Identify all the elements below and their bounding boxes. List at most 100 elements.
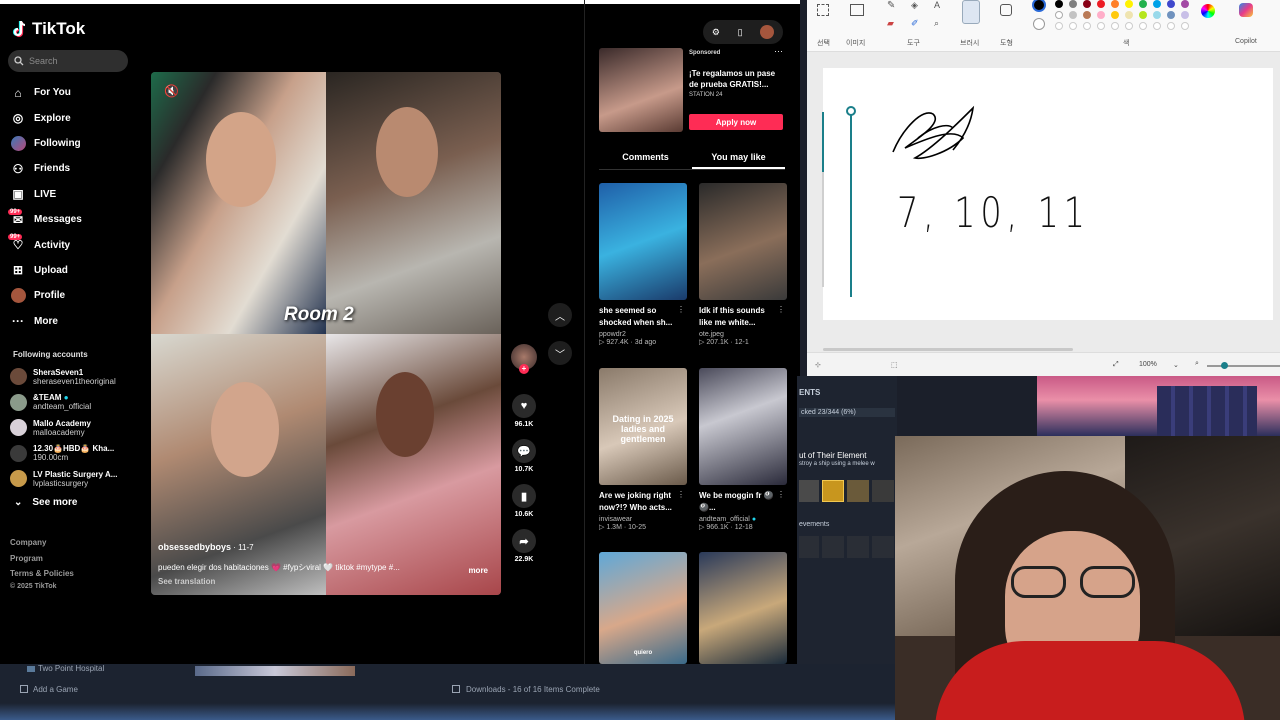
- palette-swatch[interactable]: [1153, 11, 1161, 19]
- palette-swatch[interactable]: [1153, 22, 1161, 30]
- palette-swatch[interactable]: [1181, 22, 1189, 30]
- footer-link-terms[interactable]: Terms & Policies: [10, 566, 74, 582]
- achievement-icon[interactable]: [847, 536, 869, 558]
- card-options-icon[interactable]: ⋮: [677, 490, 685, 499]
- share-button[interactable]: ➦: [512, 529, 536, 553]
- achievement-icon[interactable]: [799, 536, 819, 558]
- video-username[interactable]: obsessedbyboys: [158, 542, 231, 552]
- following-account[interactable]: SheraSeven1 sheraseven1theoriginal: [10, 364, 135, 390]
- palette-swatch[interactable]: [1181, 0, 1189, 8]
- phone-icon[interactable]: ▯: [738, 27, 743, 38]
- comment-button[interactable]: 💬: [512, 439, 536, 463]
- downloads-status[interactable]: Downloads - 16 of 16 Items Complete: [466, 685, 600, 694]
- opacity-slider[interactable]: [845, 102, 857, 302]
- palette-swatch[interactable]: [1055, 0, 1063, 8]
- user-avatar[interactable]: [760, 25, 775, 39]
- creator-avatar[interactable]: +: [511, 344, 537, 374]
- achievement-icon[interactable]: [822, 480, 844, 502]
- palette-swatch[interactable]: [1055, 11, 1063, 19]
- search-input[interactable]: Search: [8, 50, 128, 72]
- palette-swatch[interactable]: [1153, 0, 1161, 8]
- video-card[interactable]: Dating in 2025 ladies and gentlemen Are …: [599, 368, 687, 531]
- primary-color[interactable]: [1032, 0, 1046, 12]
- fit-to-window-icon[interactable]: ⤢: [1113, 361, 1119, 369]
- text-icon[interactable]: A: [934, 0, 940, 10]
- horizontal-scrollbar[interactable]: [823, 348, 1073, 351]
- footer-link-program[interactable]: Program: [10, 551, 74, 567]
- sidebar-item-for-you[interactable]: ⌂ For You: [10, 80, 140, 105]
- image-tool-icon[interactable]: [850, 4, 864, 16]
- palette-swatch[interactable]: [1181, 11, 1189, 19]
- palette-swatch[interactable]: [1111, 22, 1119, 30]
- sidebar-item-upload[interactable]: ⊞ Upload: [10, 258, 140, 283]
- sponsored-ad[interactable]: Sponsored ··· ¡Te regalamos un pase de p…: [599, 46, 783, 132]
- brush-icon[interactable]: [962, 0, 980, 24]
- palette-swatch[interactable]: [1167, 0, 1175, 8]
- achievement-icon[interactable]: [872, 536, 894, 558]
- apply-now-button[interactable]: Apply now: [689, 114, 783, 130]
- secondary-color[interactable]: [1033, 18, 1045, 30]
- palette-swatch[interactable]: [1139, 11, 1147, 19]
- add-game-button[interactable]: Add a Game: [33, 685, 78, 694]
- video-card[interactable]: We be moggin fr 🎱🎱... andteam_official ●…: [699, 368, 787, 531]
- shapes-icon[interactable]: [1000, 4, 1012, 16]
- game-title[interactable]: Two Point Hospital: [38, 664, 104, 673]
- palette-swatch[interactable]: [1069, 22, 1077, 30]
- sidebar-item-following[interactable]: Following: [10, 131, 140, 156]
- sidebar-item-explore[interactable]: ◎ Explore: [10, 105, 140, 130]
- save-button[interactable]: ▮: [512, 484, 536, 508]
- brush-size-slider[interactable]: [817, 102, 829, 292]
- pencil-icon[interactable]: ✎: [887, 0, 895, 11]
- palette-swatch[interactable]: [1083, 0, 1091, 8]
- mute-icon[interactable]: 🔇: [164, 84, 179, 98]
- following-account[interactable]: &TEAM ● andteam_official: [10, 390, 135, 416]
- video-card[interactable]: she seemed so shocked when sh... ppowdr2…: [599, 183, 687, 346]
- zoom-slider[interactable]: [1207, 362, 1280, 369]
- follow-plus-icon[interactable]: +: [519, 364, 529, 374]
- palette-swatch[interactable]: [1069, 11, 1077, 19]
- video-card[interactable]: [699, 552, 787, 664]
- palette-swatch[interactable]: [1055, 22, 1063, 30]
- tab-comments[interactable]: Comments: [599, 148, 692, 169]
- card-options-icon[interactable]: ⋮: [777, 305, 785, 314]
- palette-swatch[interactable]: [1139, 22, 1147, 30]
- card-options-icon[interactable]: ⋮: [777, 490, 785, 499]
- palette-swatch[interactable]: [1139, 0, 1147, 8]
- see-more-button[interactable]: ⌄ See more: [14, 497, 77, 508]
- sidebar-item-profile[interactable]: Profile: [10, 283, 140, 308]
- color-picker-icon[interactable]: ✐: [911, 18, 919, 29]
- tab-you-may-like[interactable]: You may like: [692, 148, 785, 169]
- palette-swatch[interactable]: [1125, 22, 1133, 30]
- palette-swatch[interactable]: [1125, 0, 1133, 8]
- sidebar-item-messages[interactable]: ✉ 99+ Messages: [8, 207, 140, 232]
- palette-swatch[interactable]: [1111, 11, 1119, 19]
- prev-video-button[interactable]: ︿: [548, 303, 572, 327]
- achievement-icon[interactable]: [822, 536, 844, 558]
- palette-swatch[interactable]: [1083, 11, 1091, 19]
- following-account[interactable]: LV Plastic Surgery A... lvplasticsurgery: [10, 466, 135, 492]
- sidebar-item-more[interactable]: ··· More: [10, 309, 140, 334]
- zoom-level[interactable]: 100%: [1139, 361, 1157, 368]
- edit-colors-icon[interactable]: [1201, 4, 1215, 18]
- footer-link-company[interactable]: Company: [10, 535, 74, 551]
- following-account[interactable]: 12.30🎂HBD🎂 Kha... 190.00cm: [10, 441, 135, 467]
- caption-more-button[interactable]: more: [468, 566, 488, 575]
- settings-icon[interactable]: ⚙: [712, 27, 720, 38]
- magnifier-icon[interactable]: ⌕: [934, 18, 939, 29]
- card-options-icon[interactable]: ⋮: [677, 305, 685, 314]
- palette-swatch[interactable]: [1083, 22, 1091, 30]
- sidebar-item-activity[interactable]: ♡ 99+ Activity: [8, 232, 140, 257]
- like-button[interactable]: ♥: [512, 394, 536, 418]
- zoom-out-icon[interactable]: ⌕: [1195, 360, 1199, 368]
- palette-swatch[interactable]: [1125, 11, 1133, 19]
- drawing-canvas[interactable]: 7, 10, 11: [823, 68, 1273, 320]
- palette-swatch[interactable]: [1069, 0, 1077, 8]
- see-translation-link[interactable]: See translation: [158, 577, 498, 586]
- palette-swatch[interactable]: [1097, 0, 1105, 8]
- tiktok-logo[interactable]: TikTok: [12, 19, 85, 39]
- following-account[interactable]: Mallo Academy malloacademy: [10, 415, 135, 441]
- ad-options-icon[interactable]: ···: [774, 46, 783, 56]
- palette-swatch[interactable]: [1097, 11, 1105, 19]
- copilot-icon[interactable]: [1239, 3, 1253, 17]
- achievement-icon[interactable]: [872, 480, 894, 502]
